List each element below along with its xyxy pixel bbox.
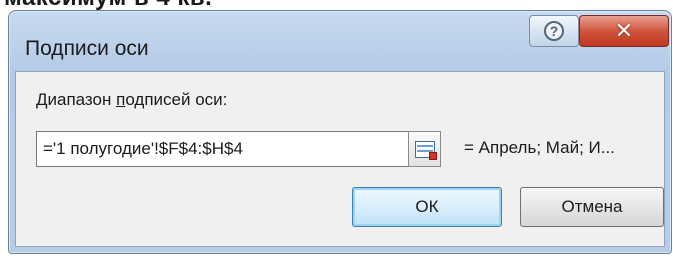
- dialog-body: Диапазон подписей оси: = Апрель; Май; И.…: [15, 71, 665, 247]
- cancel-button[interactable]: Отмена: [520, 187, 664, 227]
- collapse-dialog-icon: [414, 140, 437, 160]
- collapse-dialog-button[interactable]: [408, 131, 441, 167]
- help-button[interactable]: ?: [529, 15, 579, 47]
- close-button[interactable]: ✕: [579, 15, 669, 47]
- range-label: Диапазон подписей оси:: [36, 90, 227, 110]
- axis-range-input[interactable]: [36, 131, 409, 167]
- close-icon: ✕: [614, 18, 634, 43]
- axis-labels-dialog: Подписи оси ? ✕ Диапазон подписей оси: =…: [8, 10, 672, 254]
- help-icon: ?: [544, 21, 564, 41]
- range-preview: = Апрель; Май; И...: [464, 138, 615, 157]
- ok-button[interactable]: ОК: [352, 187, 502, 227]
- range-label-prefix: Диапазон: [36, 90, 117, 109]
- range-label-suffix: одписей оси:: [125, 90, 228, 109]
- range-label-accesskey: п: [116, 90, 126, 109]
- dialog-title: Подписи оси: [25, 37, 149, 60]
